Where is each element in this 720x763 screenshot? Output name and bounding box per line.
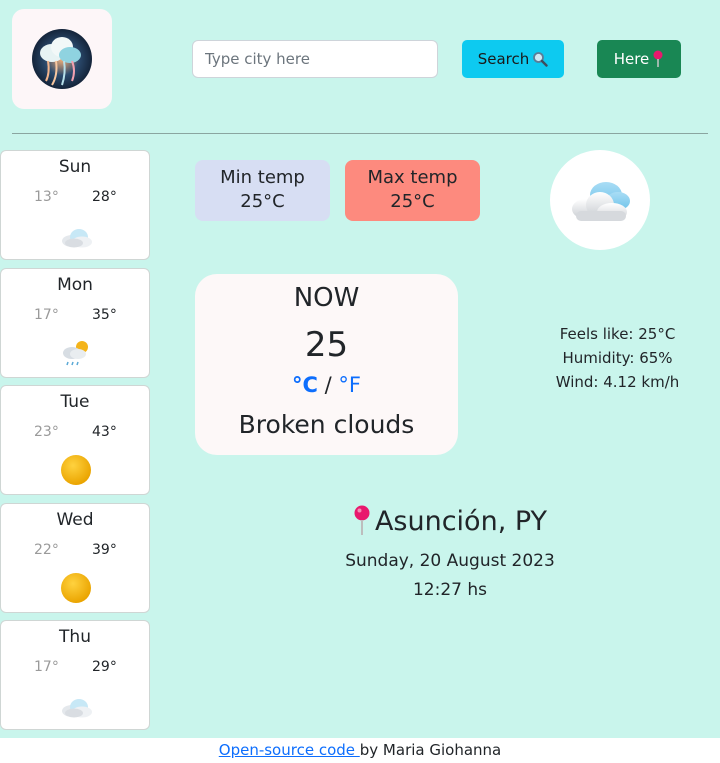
fahrenheit-link[interactable]: °F [338,373,361,397]
open-source-link[interactable]: Open-source code [219,741,360,759]
forecast-max-temp: 43° [92,424,117,440]
feels-like-text: Feels like: 25°C [559,325,676,343]
forecast-card-mon: Mon 17° 35° [0,268,150,378]
min-temp-label: Min temp [220,167,305,188]
forecast-max-temp: 28° [92,189,117,205]
cloud-icon [62,699,92,718]
weather-details: Feels like: 25°C Humidity: 65% Wind: 4.1… [530,322,705,394]
search-button-label: Search [477,50,530,68]
forecast-max-temp: 39° [92,542,117,558]
forecast-card-thu: Thu 17° 29° [0,620,150,730]
cloud-logo-icon [32,29,92,89]
max-temp-value: 25°C [390,191,435,212]
here-button[interactable]: Here [597,40,681,78]
celsius-link[interactable]: °C [292,373,318,397]
city-name: Asunción, PY [374,505,548,537]
wind-text: Wind: 4.12 km/h [555,373,680,391]
pushpin-icon [653,50,663,67]
forecast-min-temp: 17° [34,659,59,675]
unit-separator: / [324,373,332,397]
magnifier-icon [533,52,548,67]
forecast-card-wed: Wed 22° 39° [0,503,150,613]
location-heading: Asunción, PY [240,505,660,537]
forecast-min-temp: 22° [34,542,59,558]
forecast-max-temp: 29° [92,659,117,675]
current-weather-card: NOW 25 °C / °F Broken clouds [195,274,458,455]
pushpin-icon [354,505,370,535]
forecast-day-name: Tue [60,392,90,412]
footer-author: by Maria Giohanna [359,741,502,759]
broken-clouds-icon [572,182,630,221]
footer: Open-source code by Maria Giohanna [0,741,720,759]
forecast-day-name: Sun [58,157,92,177]
forecast-min-temp: 13° [34,189,59,205]
forecast-min-temp: 23° [34,424,59,440]
app-container: Search Here Sun 13° 28° Mon 17° 35° [0,0,720,738]
forecast-max-temp: 35° [92,307,117,323]
now-label: NOW [293,283,360,313]
app-logo [12,9,112,109]
search-button[interactable]: Search [462,40,564,78]
unit-toggle: °C / °F [195,373,458,397]
sun-icon [61,573,91,603]
current-weather-icon-badge [550,150,650,250]
humidity-text: Humidity: 65% [562,349,673,367]
max-temp-label: Max temp [367,167,458,188]
cloud-icon [62,229,92,248]
weather-description: Broken clouds [238,410,415,439]
forecast-min-temp: 17° [34,307,59,323]
rain-sun-icon [63,341,88,366]
forecast-day-name: Thu [59,627,91,647]
max-temp-box: Max temp 25°C [345,160,480,221]
forecast-day-name: Wed [56,510,94,530]
sun-icon [61,455,91,485]
current-time: 12:27 hs [412,580,488,600]
current-date: Sunday, 20 August 2023 [345,551,555,571]
search-input[interactable] [192,40,438,78]
min-temp-value: 25°C [240,191,285,212]
forecast-card-tue: Tue 23° 43° [0,385,150,495]
header-divider [12,133,708,134]
forecast-day-name: Mon [57,275,93,295]
min-temp-box: Min temp 25°C [195,160,330,221]
here-button-label: Here [613,50,650,68]
forecast-card-sun: Sun 13° 28° [0,150,150,260]
current-temperature: 25 [304,325,349,365]
